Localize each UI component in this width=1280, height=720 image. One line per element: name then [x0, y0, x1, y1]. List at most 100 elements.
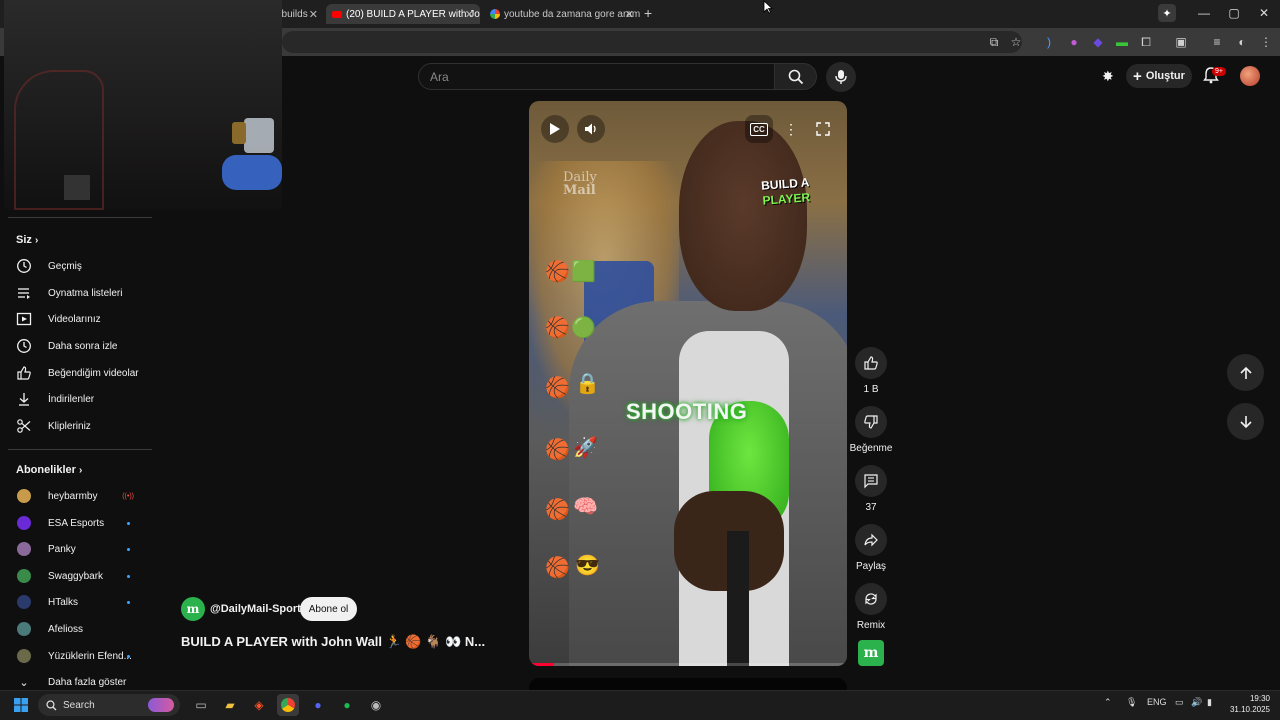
minimize-button[interactable]: —	[1194, 6, 1214, 20]
extension-violet-icon[interactable]: ◆	[1090, 34, 1106, 50]
chevron-down-icon: ⌄	[19, 676, 29, 689]
like-button[interactable]: 1 B	[851, 347, 891, 395]
remix-icon	[865, 593, 877, 605]
sidebar-item-watch-later[interactable]: Daha sonra izle	[10, 334, 150, 358]
sparkle-icon[interactable]: ✦	[1158, 4, 1176, 22]
browser-menu-icon[interactable]: ⋮	[1258, 34, 1274, 50]
spotify-icon[interactable]: ●	[336, 694, 358, 716]
battery-icon[interactable]: ▮	[1207, 697, 1212, 708]
basketball-icon: 🏀	[545, 499, 570, 521]
close-window-button[interactable]: ✕	[1254, 6, 1274, 20]
video-title[interactable]: BUILD A PLAYER with John Wall 🏃 🏀 🐐 👀 N.…	[181, 634, 485, 650]
sidebar-sub-panky[interactable]: Panky	[10, 537, 150, 561]
share-button[interactable]: Paylaş	[851, 524, 891, 572]
create-button[interactable]: + Oluştur	[1126, 64, 1192, 88]
account-avatar[interactable]	[1240, 66, 1260, 86]
extensions-puzzle-icon[interactable]: ⧠	[1138, 34, 1154, 50]
windows-start-icon[interactable]	[10, 694, 32, 716]
sidebar-item-history[interactable]: Geçmiş	[10, 254, 150, 278]
watch-later-icon	[10, 338, 38, 354]
share-label: Paylaş	[855, 561, 886, 572]
sidebar-item-your-videos[interactable]: Videolarınız	[10, 307, 150, 331]
remix-button[interactable]: Remix	[851, 583, 891, 631]
network-icon[interactable]: ▭	[1175, 697, 1184, 708]
basketball-icon: 🏀	[545, 439, 570, 461]
history-icon	[10, 258, 38, 274]
gemini-sparkle-icon[interactable]: ✸	[1102, 68, 1120, 86]
next-short-button[interactable]	[1227, 403, 1264, 440]
extension-purple-icon[interactable]: ●	[1066, 34, 1082, 50]
sidebar-item-label: İndirilenler	[48, 393, 95, 405]
video-progress-bar[interactable]	[529, 663, 847, 666]
sidebar-sub-heybarmby[interactable]: heybarmby ((•))	[10, 484, 150, 508]
sidebar-sub-afelioss[interactable]: Afelioss	[10, 617, 150, 641]
tab-close-icon[interactable]: ✕	[465, 8, 474, 21]
mute-button[interactable]	[577, 115, 605, 143]
comments-button[interactable]: 37	[851, 465, 891, 513]
sidebar-sub-yuzuklerin-efendisi[interactable]: Yüzüklerin Efend...	[10, 644, 150, 668]
browser-tab-active[interactable]: (20) BUILD A PLAYER with John ✕	[326, 4, 480, 24]
volume-tray-icon[interactable]: 🔊	[1191, 697, 1202, 708]
address-bar[interactable]	[282, 31, 1022, 53]
search-input[interactable]: Ara	[418, 63, 775, 90]
discord-icon[interactable]: ●	[307, 694, 329, 716]
channel-thumbnail-button[interactable]: m	[858, 640, 884, 666]
sidebar-sub-htalks[interactable]: HTalks	[10, 590, 150, 614]
media-control-icon[interactable]: ≡	[1209, 34, 1225, 50]
task-view-icon[interactable]: ▭	[190, 694, 212, 716]
channel-avatar	[17, 489, 31, 503]
extension-green-icon[interactable]: ▬	[1114, 34, 1130, 50]
obs-icon[interactable]: ◉	[365, 694, 387, 716]
sidebar-sub-esa-esports[interactable]: ESA Esports	[10, 511, 150, 535]
section-title: Abonelikler	[16, 464, 76, 476]
new-tab-button[interactable]: +	[644, 5, 652, 21]
channel-handle[interactable]: @DailyMail-Sport	[210, 603, 301, 615]
basketball-icon: 🏀	[545, 261, 570, 283]
arrow-down-icon	[1239, 415, 1252, 428]
thumb-up-icon	[10, 365, 38, 381]
extension-audio-icon[interactable]: )	[1041, 34, 1057, 50]
channel-avatar	[17, 516, 31, 530]
maximize-button[interactable]: ▢	[1224, 6, 1244, 20]
more-options-button[interactable]: ⋮	[777, 115, 805, 143]
search-button[interactable]	[775, 63, 817, 90]
sidebar-section-you[interactable]: Siz ›	[16, 234, 38, 246]
voice-search-button[interactable]	[826, 62, 856, 92]
chrome-icon[interactable]	[277, 694, 299, 716]
captions-button[interactable]: CC	[745, 115, 773, 143]
sidebar-item-downloads[interactable]: İndirilenler	[10, 387, 150, 411]
bookmark-star-icon[interactable]: ☆	[1008, 34, 1024, 50]
channel-avatar[interactable]: m	[181, 597, 205, 621]
system-clock[interactable]: 19:30 31.10.2025	[1226, 693, 1270, 715]
language-indicator[interactable]: ENG	[1147, 697, 1167, 707]
fullscreen-button[interactable]	[809, 115, 837, 143]
file-explorer-icon[interactable]: ▰	[219, 694, 241, 716]
subscribe-button[interactable]: Abone ol	[300, 597, 357, 621]
install-icon[interactable]: ⧉	[986, 34, 1002, 50]
brave-browser-icon[interactable]: ◈	[248, 694, 270, 716]
play-button[interactable]	[541, 115, 569, 143]
scissors-icon	[10, 418, 38, 434]
dislike-button[interactable]: Beğenme	[848, 406, 894, 454]
sidebar-section-subscriptions[interactable]: Abonelikler ›	[16, 464, 82, 476]
taskbar-search[interactable]: Search	[38, 694, 180, 716]
tab-close-icon[interactable]: ✕	[625, 8, 634, 21]
split-view-icon[interactable]: ▣	[1173, 34, 1189, 50]
shorts-video-player[interactable]: Daily Mail BUILD A PLAYER SHOOTING 🏀 🟩 🏀 …	[529, 101, 847, 666]
google-favicon-icon	[490, 9, 500, 19]
live-icon: ((•))	[122, 492, 134, 500]
sidebar-item-liked-videos[interactable]: Beğendiğim videolar	[10, 361, 150, 385]
show-hidden-icons-chevron-icon[interactable]: ⌃	[1104, 697, 1112, 708]
sidebar-sub-swaggybark[interactable]: Swaggybark	[10, 564, 150, 588]
sidebar-item-label: Videolarınız	[48, 313, 101, 325]
sidebar-item-clips[interactable]: Klipleriniz	[10, 414, 150, 438]
browser-tab[interactable]: youtube da zamana gore aram ✕	[484, 4, 640, 24]
microphone-tray-icon[interactable]: 🎙	[1126, 697, 1137, 708]
channel-avatar	[17, 595, 31, 609]
sidebar-item-playlists[interactable]: Oynatma listeleri	[10, 281, 150, 305]
tab-close-icon[interactable]: ✕	[309, 8, 318, 21]
comment-icon	[864, 474, 878, 489]
previous-short-button[interactable]	[1227, 354, 1264, 391]
sidebar-item-label: Beğendiğim videolar	[48, 367, 139, 379]
profile-icon[interactable]: ◐	[1234, 34, 1250, 50]
